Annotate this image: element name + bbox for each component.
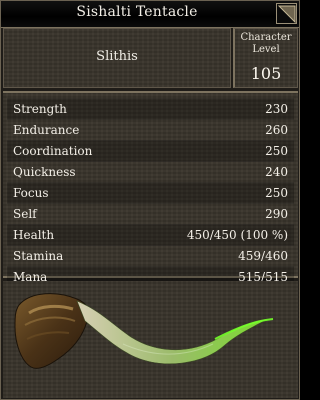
stats-list: Strength 230 Endurance 260 Coordination …: [3, 91, 298, 288]
tentacle-icon: [14, 293, 274, 369]
character-name: Slithis: [96, 49, 138, 64]
stat-value: 250: [265, 186, 288, 200]
stat-row-stamina: Stamina 459/460: [7, 246, 294, 266]
stat-label: Endurance: [13, 123, 80, 137]
stat-row-quickness: Quickness 240: [7, 162, 294, 182]
stat-value: 250: [265, 144, 288, 158]
stat-label: Focus: [13, 186, 49, 200]
character-level-label-text: Character Level: [240, 32, 292, 55]
stat-value: 260: [265, 123, 288, 137]
stat-value: 240: [265, 165, 288, 179]
item-preview: [3, 281, 298, 398]
name-panel: Slithis: [3, 28, 231, 88]
stat-row-coordination: Coordination 250: [7, 140, 294, 162]
stat-label: Quickness: [13, 165, 76, 179]
title-bar[interactable]: Sishalti Tentacle: [1, 1, 299, 28]
resize-corner-icon[interactable]: [276, 3, 297, 24]
stat-label: Strength: [13, 102, 67, 116]
stat-row-endurance: Endurance 260: [7, 120, 294, 140]
stat-label: Health: [13, 228, 55, 242]
stat-value: 459/460: [238, 249, 288, 263]
character-level-label: Character Level: [235, 32, 297, 56]
stat-row-strength: Strength 230: [7, 98, 294, 120]
stat-row-focus: Focus 250: [7, 182, 294, 204]
stat-row-health: Health 450/450 (100 %): [7, 224, 294, 246]
level-panel: Character Level 105: [233, 28, 298, 88]
stat-value: 450/450 (100 %): [186, 228, 288, 242]
stat-value: 290: [265, 207, 288, 221]
stat-label: Stamina: [13, 249, 64, 263]
stat-label: Coordination: [13, 144, 93, 158]
stat-label: Self: [13, 207, 37, 221]
window-title: Sishalti Tentacle: [76, 4, 198, 20]
character-level-value: 105: [250, 64, 282, 83]
character-info-window: Sishalti Tentacle Slithis Character Leve…: [0, 0, 300, 400]
stat-row-self: Self 290: [7, 204, 294, 224]
stat-value: 230: [265, 102, 288, 116]
